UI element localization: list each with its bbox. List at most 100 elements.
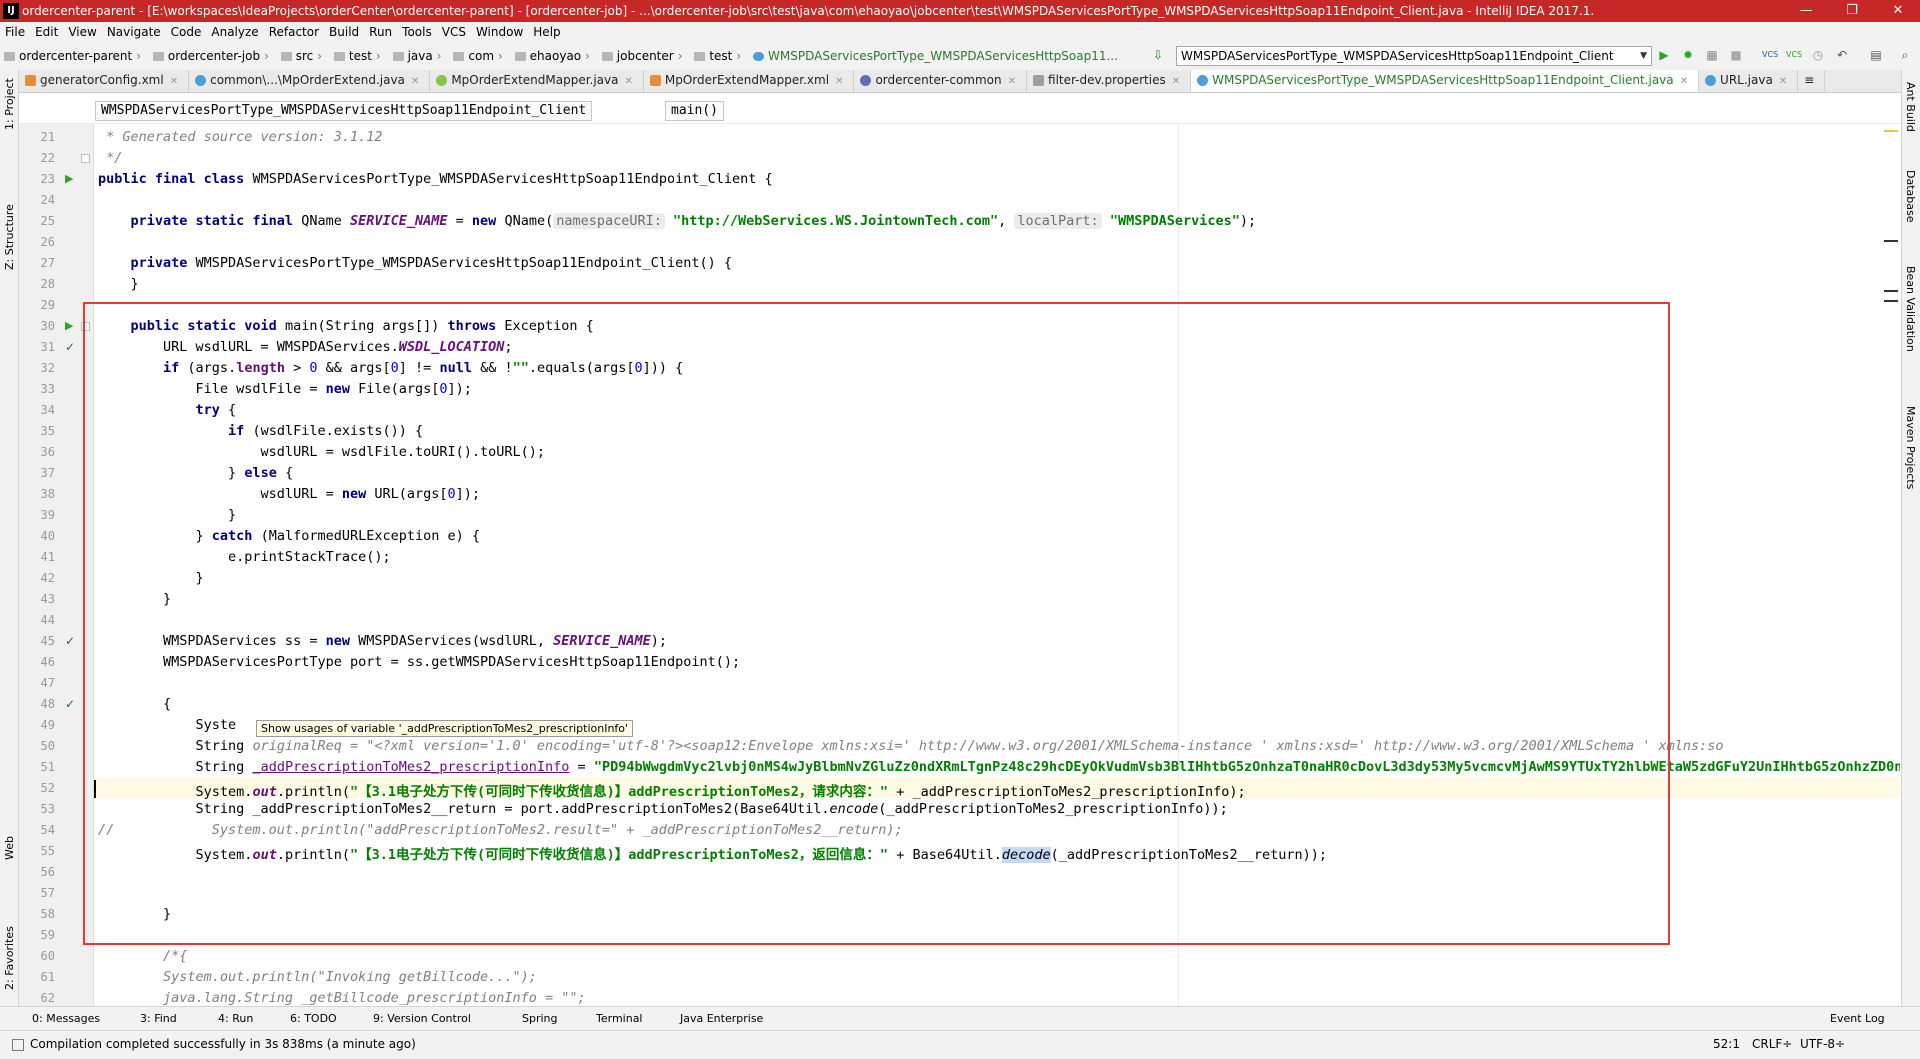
close-icon[interactable]: ✕ xyxy=(170,76,178,87)
close-icon[interactable]: ✕ xyxy=(411,76,419,87)
file-encoding[interactable]: UTF-8÷ xyxy=(1800,1031,1845,1057)
line-number: 29 xyxy=(40,298,55,312)
breakpoint-check-icon[interactable]: ✓ xyxy=(65,634,75,648)
menu-window[interactable]: Window xyxy=(471,22,528,42)
breadcrumb-item[interactable]: java › xyxy=(392,42,448,70)
search-icon[interactable]: ⌕ xyxy=(1897,47,1913,63)
breadcrumb-item[interactable]: ordercenter-job › xyxy=(152,42,275,70)
menu-navigate[interactable]: Navigate xyxy=(102,22,166,42)
fold-icon[interactable] xyxy=(81,154,90,163)
folder-icon xyxy=(333,52,345,61)
line-number: 25 xyxy=(40,214,55,228)
tab-overflow-icon[interactable]: ≡ xyxy=(1798,70,1826,91)
favorites-tool-button[interactable]: 2: Favorites xyxy=(3,926,16,990)
minimize-button[interactable]: — xyxy=(1783,0,1829,22)
debug-icon[interactable]: ✹ xyxy=(1680,47,1696,63)
run-gutter-icon[interactable]: ▶ xyxy=(65,319,73,332)
ant-build-tool-button[interactable]: Ant Build xyxy=(1904,82,1917,132)
event-log-button[interactable]: Event Log xyxy=(1830,1007,1885,1030)
line-number: 21 xyxy=(40,130,55,144)
tab-url-java[interactable]: URL.java ✕ xyxy=(1699,70,1799,92)
line-number: 59 xyxy=(40,928,55,942)
find-tool-button[interactable]: 3: Find xyxy=(140,1007,177,1030)
close-icon[interactable]: ✕ xyxy=(1008,76,1016,87)
line-separator[interactable]: CRLF÷ xyxy=(1752,1031,1792,1057)
status-message: Compilation completed successfully in 3s… xyxy=(30,1037,416,1051)
tab-generatorconfig[interactable]: generatorConfig.xml ✕ xyxy=(19,70,190,92)
breakpoint-check-icon[interactable]: ✓ xyxy=(65,697,75,711)
menu-refactor[interactable]: Refactor xyxy=(264,22,324,42)
close-icon[interactable]: ✕ xyxy=(625,76,633,87)
terminal-tool-button[interactable]: Terminal xyxy=(596,1007,643,1030)
menu-view[interactable]: View xyxy=(63,22,101,42)
line-number: 60 xyxy=(40,949,55,963)
vcs-update-icon[interactable]: VCS xyxy=(1762,47,1778,63)
menu-help[interactable]: Help xyxy=(528,22,565,42)
run-gutter-icon[interactable]: ▶ xyxy=(65,172,73,185)
toggle-tool-windows-icon[interactable] xyxy=(12,1039,24,1051)
breadcrumb-item[interactable]: ordercenter-parent › xyxy=(4,42,147,70)
menu-code[interactable]: Code xyxy=(166,22,207,42)
menu-analyze[interactable]: Analyze xyxy=(206,22,263,42)
close-icon[interactable]: ✕ xyxy=(1680,76,1688,87)
bean-validation-tool-button[interactable]: Bean Validation xyxy=(1904,266,1917,352)
breakpoint-check-icon[interactable]: ✓ xyxy=(65,340,75,354)
breadcrumb-item[interactable]: WMSPDAServicesPortType_WMSPDAServicesHtt… xyxy=(753,42,1118,70)
line-number: 26 xyxy=(40,235,55,249)
run-configuration-select[interactable]: WMSPDAServicesPortType_WMSPDAServicesHtt… xyxy=(1176,46,1652,66)
code-line: System.out.println("Invoking getBillcode… xyxy=(98,969,537,985)
database-tool-button[interactable]: Database xyxy=(1904,170,1917,223)
todo-tool-button[interactable]: 6: TODO xyxy=(290,1007,337,1030)
java-enterprise-tool-button[interactable]: Java Enterprise xyxy=(680,1007,763,1030)
run-tool-button[interactable]: 4: Run xyxy=(218,1007,253,1030)
maven-projects-tool-button[interactable]: Maven Projects xyxy=(1904,406,1917,489)
spring-tool-button[interactable]: Spring xyxy=(522,1007,558,1030)
stop-icon[interactable]: ■ xyxy=(1728,47,1744,63)
line-number: 57 xyxy=(40,886,55,900)
close-window-button[interactable]: ✕ xyxy=(1875,0,1920,22)
version-control-tool-button[interactable]: 9: Version Control xyxy=(373,1007,471,1030)
revert-icon[interactable]: ↶ xyxy=(1834,47,1850,63)
chevron-down-icon: ▼ xyxy=(1640,51,1647,61)
editor-crumb-method[interactable]: main() xyxy=(665,101,724,121)
close-icon[interactable]: ✕ xyxy=(835,76,843,87)
tab-mporderextendmapper-xml[interactable]: MpOrderExtendMapper.xml ✕ xyxy=(644,70,855,92)
vcs-history-icon[interactable]: ◷ xyxy=(1810,47,1826,63)
tab-wmspda-client[interactable]: WMSPDAServicesPortType_WMSPDAServicesHtt… xyxy=(1191,70,1700,92)
breadcrumb-item[interactable]: ehaoyao › xyxy=(514,42,596,70)
menu-run[interactable]: Run xyxy=(364,22,397,42)
build-icon[interactable]: ⇩ xyxy=(1150,47,1166,63)
coverage-icon[interactable]: ▦ xyxy=(1704,47,1720,63)
breadcrumb-item[interactable]: test › xyxy=(694,42,747,70)
status-bar: Compilation completed successfully in 3s… xyxy=(0,1030,1920,1059)
breadcrumb-item[interactable]: src › xyxy=(280,42,328,70)
breadcrumb-item[interactable]: com › xyxy=(453,42,508,70)
intellij-app-icon: IJ xyxy=(3,3,19,19)
project-tool-button[interactable]: 1: Project xyxy=(3,78,16,130)
vcs-commit-icon[interactable]: VCS xyxy=(1786,47,1802,63)
editor-crumb-class[interactable]: WMSPDAServicesPortType_WMSPDAServicesHtt… xyxy=(95,101,593,121)
tab-ordercenter-common[interactable]: ordercenter-common ✕ xyxy=(854,70,1028,92)
tab-mporderextend[interactable]: common\...\MpOrderExtend.java ✕ xyxy=(189,70,431,92)
project-structure-icon[interactable]: ▤ xyxy=(1868,47,1884,63)
folder-icon xyxy=(152,52,164,61)
package-icon xyxy=(601,52,613,61)
menu-build[interactable]: Build xyxy=(324,22,364,42)
close-icon[interactable]: ✕ xyxy=(1779,76,1787,87)
editor-tabs: generatorConfig.xml ✕ common\...\MpOrderEx… xyxy=(19,70,1901,93)
menu-file[interactable]: File xyxy=(0,22,30,42)
menu-vcs[interactable]: VCS xyxy=(437,22,471,42)
restore-button[interactable]: ❐ xyxy=(1829,0,1875,22)
structure-tool-button[interactable]: Z: Structure xyxy=(3,204,16,270)
breadcrumb-item[interactable]: jobcenter › xyxy=(601,42,689,70)
tab-filter-dev-properties[interactable]: filter-dev.properties ✕ xyxy=(1027,70,1192,92)
menu-edit[interactable]: Edit xyxy=(30,22,63,42)
run-icon[interactable]: ▶ xyxy=(1656,47,1672,63)
web-tool-button[interactable]: Web xyxy=(3,836,16,860)
caret-position[interactable]: 52:1 xyxy=(1713,1031,1740,1057)
messages-tool-button[interactable]: 0: Messages xyxy=(32,1007,100,1030)
tab-mporderextendmapper-java[interactable]: MpOrderExtendMapper.java ✕ xyxy=(430,70,644,92)
menu-tools[interactable]: Tools xyxy=(397,22,437,42)
close-icon[interactable]: ✕ xyxy=(1172,76,1180,87)
breadcrumb-item[interactable]: test › xyxy=(333,42,387,70)
